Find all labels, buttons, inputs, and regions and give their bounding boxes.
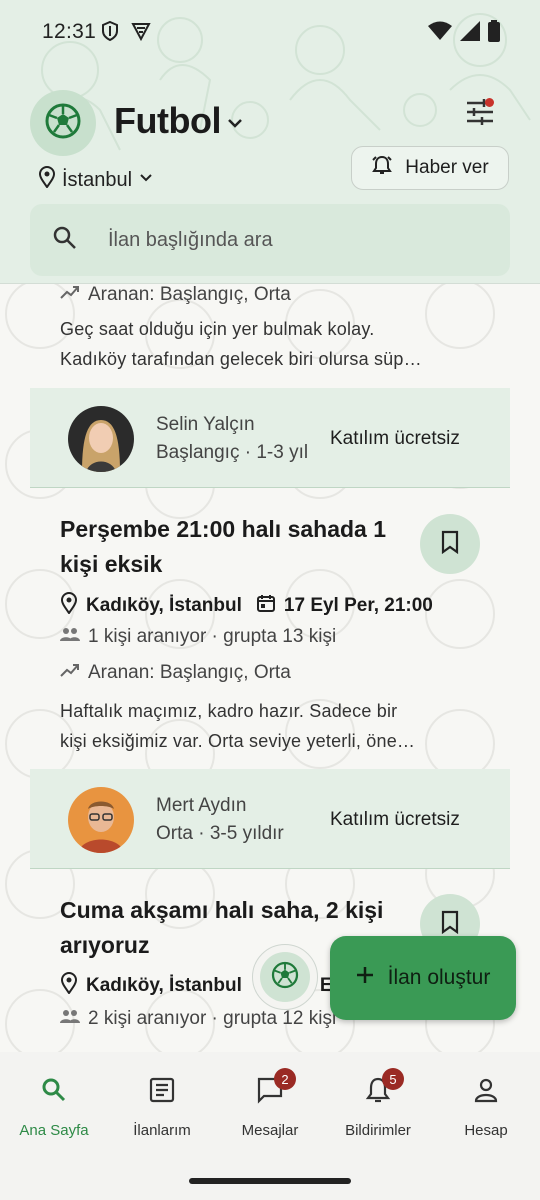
description-line: kişi eksiğimiz var. Orta seviye yeterli,… <box>60 731 416 751</box>
description-line: Kadıköy tarafından gelecek biri olursa s… <box>60 349 422 369</box>
listing-location: Kadıköy, İstanbul <box>86 595 242 616</box>
listing-owner[interactable]: Mert Aydın Orta · 3-5 yıldır Katılım ücr… <box>30 769 510 869</box>
group-icon <box>60 1008 80 1030</box>
nav-item-my-listings[interactable]: İlanlarım <box>108 1074 216 1139</box>
location-selector[interactable]: İstanbul <box>38 166 154 194</box>
nav-label: Ana Sayfa <box>19 1122 89 1139</box>
owner-level: Başlangıç · 1-3 yıl <box>156 442 309 463</box>
wanted-level-row: Aranan: Başlangıç, Orta <box>60 284 291 306</box>
group-icon <box>60 626 80 648</box>
alarm-bell-icon <box>371 154 393 182</box>
status-time: 12:31 <box>42 20 97 43</box>
nav-item-home[interactable]: Ana Sayfa <box>0 1074 108 1139</box>
nav-label: Mesajlar <box>241 1122 299 1139</box>
description-line: Geç saat olduğu için yer bulmak kolay. <box>60 319 375 339</box>
description-line: Haftalık maçımız, kadro hazır. Sadece bi… <box>60 701 398 721</box>
people-count: 1 kişi aranıyor · grupta 13 kişi <box>88 626 337 647</box>
create-listing-button[interactable]: İlan oluştur <box>330 936 516 1020</box>
nav-item-notifications[interactable]: 5 Bildirimler <box>324 1068 432 1139</box>
bookmark-icon <box>440 910 460 939</box>
sport-selector-title[interactable]: Futbol <box>114 100 221 142</box>
trending-up-icon <box>60 284 80 306</box>
nav-item-account[interactable]: Hesap <box>432 1074 540 1139</box>
search-bar[interactable]: İlan başlığında ara <box>30 204 510 276</box>
notify-label: Haber ver <box>405 157 489 178</box>
participation-fee: Katılım ücretsiz <box>330 428 460 449</box>
sport-logo[interactable] <box>30 90 96 156</box>
location-date-row: Kadıköy, İstanbul 17 Eyl Per, 21:00 <box>60 592 433 620</box>
owner-name: Mert Aydın <box>156 795 247 816</box>
center-sport-button[interactable] <box>252 944 318 1010</box>
chevron-down-icon[interactable] <box>224 112 246 139</box>
listing-owner[interactable]: Selin Yalçın Başlangıç · 1-3 yıl Katılım… <box>30 388 510 488</box>
people-row: 1 kişi aranıyor · grupta 13 kişi <box>60 626 336 648</box>
trending-up-icon <box>60 662 80 684</box>
signal-icon <box>460 21 480 46</box>
notify-button[interactable]: Haber ver <box>351 146 509 190</box>
participation-fee: Katılım ücretsiz <box>330 809 460 830</box>
bottom-navigation: Ana Sayfa İlanlarım 2 Mesajlar 5 Bildiri… <box>0 1052 540 1200</box>
listing-description: Haftalık maçımız, kadro hazır. Sadece bi… <box>60 696 480 756</box>
bookmark-icon <box>440 530 460 559</box>
listing-card[interactable]: Perşembe 21:00 halı sahada 1 kişi eksik … <box>0 504 540 870</box>
nav-item-messages[interactable]: 2 Mesajlar <box>216 1068 324 1139</box>
search-icon <box>52 225 78 256</box>
wifi-icon <box>428 21 452 46</box>
create-listing-label: İlan oluştur <box>387 966 491 989</box>
filter-button[interactable] <box>460 94 500 134</box>
plus-icon <box>356 966 374 990</box>
search-input[interactable]: İlan başlığında ara <box>108 229 273 252</box>
avatar <box>68 787 134 853</box>
wanted-level: Aranan: Başlangıç, Orta <box>88 284 291 305</box>
location-pin-icon <box>60 592 78 620</box>
avatar <box>68 406 134 472</box>
listing-card[interactable]: Aranan: Başlangıç, Orta Geç saat olduğu … <box>0 284 540 489</box>
owner-name: Selin Yalçın <box>156 414 255 435</box>
owner-level: Orta · 3-5 yıldır <box>156 823 284 844</box>
soccer-ball-icon <box>43 101 83 146</box>
vpn-icon <box>130 20 152 47</box>
people-row: 2 kişi aranıyor · grupta 12 kişi <box>60 1008 336 1030</box>
bookmark-button[interactable] <box>420 514 480 574</box>
people-count: 2 kişi aranıyor · grupta 12 kişi <box>88 1008 337 1029</box>
home-indicator[interactable] <box>189 1178 351 1184</box>
location-label: İstanbul <box>62 168 133 191</box>
app-header: 12:31 Futbol İstanbul Haber ver İlan baş… <box>0 0 540 284</box>
nav-label: İlanlarım <box>133 1122 191 1139</box>
search-icon <box>41 1077 67 1108</box>
status-bar: 12:31 <box>0 0 540 64</box>
listing-location: Kadıköy, İstanbul <box>86 975 242 996</box>
person-icon <box>473 1077 499 1108</box>
location-pin-icon <box>60 972 78 1000</box>
wanted-level: Aranan: Başlangıç, Orta <box>88 662 291 683</box>
shield-icon <box>100 20 120 47</box>
soccer-ball-icon <box>270 960 300 995</box>
listing-title[interactable]: Perşembe 21:00 halı sahada 1 kişi eksik <box>60 512 410 582</box>
nav-label: Bildirimler <box>345 1122 411 1139</box>
battery-icon <box>488 20 500 47</box>
chevron-down-icon <box>138 169 154 192</box>
article-icon <box>149 1077 175 1108</box>
listing-date: 17 Eyl Per, 21:00 <box>283 595 433 616</box>
unread-badge: 2 <box>274 1068 296 1090</box>
nav-label: Hesap <box>464 1122 508 1139</box>
wanted-level-row: Aranan: Başlangıç, Orta <box>60 662 291 684</box>
listing-description: Geç saat olduğu için yer bulmak kolay. K… <box>60 314 480 374</box>
location-pin-icon <box>38 166 56 194</box>
filter-active-dot <box>485 98 494 107</box>
unread-badge: 5 <box>382 1068 404 1090</box>
calendar-icon <box>256 593 276 619</box>
